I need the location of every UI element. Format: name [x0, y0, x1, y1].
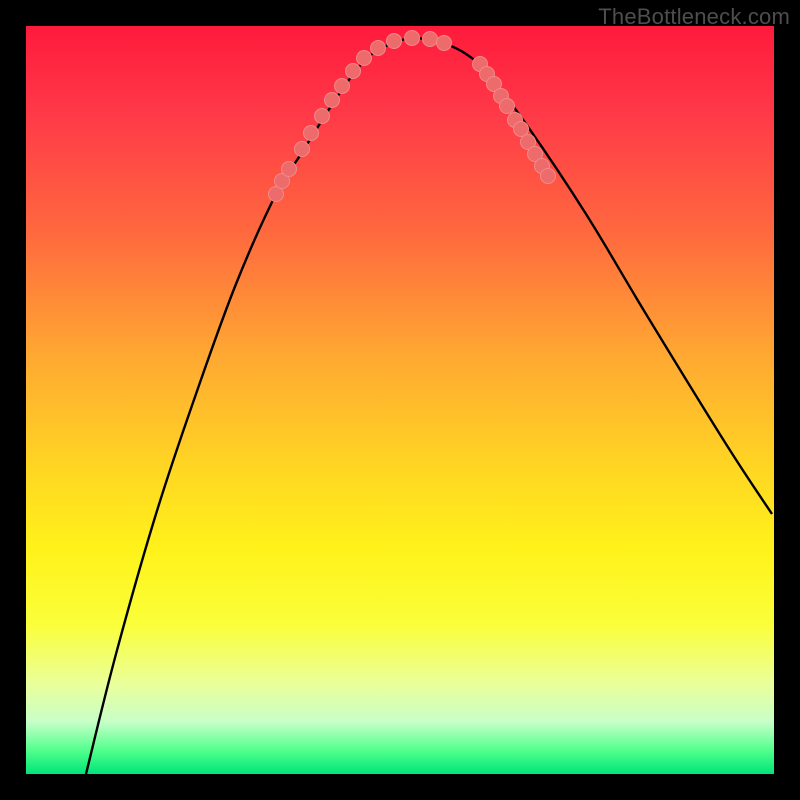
chart-plot-area	[26, 26, 774, 774]
